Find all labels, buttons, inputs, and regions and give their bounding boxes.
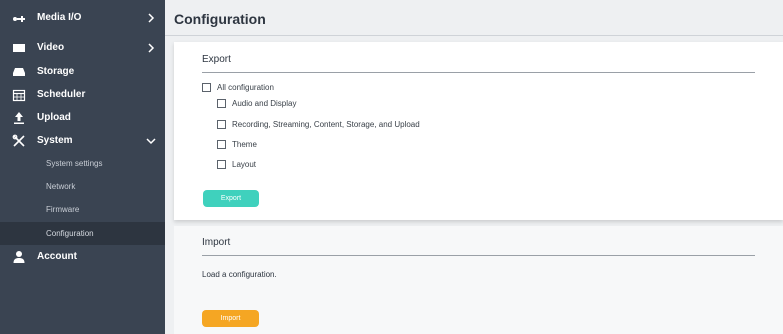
media-io-icon (12, 11, 26, 25)
sidebar-item-label: Media I/O (37, 12, 82, 23)
checkbox[interactable] (217, 160, 226, 169)
checkbox-theme[interactable]: Theme (217, 140, 257, 149)
sidebar-item-label: Account (37, 251, 77, 262)
sidebar-subitem-label: Configuration (46, 229, 94, 238)
import-description: Load a configuration. (202, 270, 277, 279)
checkbox-recording-streaming[interactable]: Recording, Streaming, Content, Storage, … (217, 120, 420, 129)
chevron-down-icon (145, 134, 157, 146)
sidebar-subitem-configuration[interactable]: Configuration (0, 222, 165, 245)
checkbox-label: Recording, Streaming, Content, Storage, … (232, 120, 420, 129)
sidebar-item-upload[interactable]: Upload (0, 106, 165, 129)
export-card: Export All configuration Audio and Displ… (174, 42, 783, 220)
sidebar-item-label: System (37, 135, 73, 146)
page-header: Configuration (165, 0, 783, 36)
checkbox-label: Audio and Display (232, 99, 297, 108)
calendar-icon (12, 88, 26, 102)
sidebar-item-account[interactable]: Account (0, 245, 165, 268)
checkbox[interactable] (202, 83, 211, 92)
import-card: Import Load a configuration. Import (174, 226, 783, 334)
sidebar-item-system[interactable]: System (0, 129, 165, 152)
sidebar-item-label: Upload (37, 112, 71, 123)
checkbox[interactable] (217, 120, 226, 129)
user-icon (12, 250, 26, 264)
checkbox-label: Layout (232, 160, 257, 169)
sidebar-item-media-io[interactable]: Media I/O (0, 6, 165, 29)
checkbox-label: All configuration (217, 83, 274, 92)
checkbox[interactable] (217, 99, 226, 108)
storage-icon (12, 65, 26, 79)
tools-icon (12, 134, 26, 148)
checkbox-all-configuration[interactable]: All configuration (202, 83, 274, 92)
import-button[interactable]: Import (202, 310, 259, 327)
sidebar-subitem-label: Network (46, 182, 76, 191)
export-divider (202, 72, 755, 73)
import-section-title: Import (202, 237, 231, 248)
sidebar-subitem-firmware[interactable]: Firmware (0, 198, 165, 221)
sidebar-item-label: Storage (37, 66, 75, 77)
upload-icon (12, 111, 26, 125)
chevron-right-icon (145, 11, 157, 23)
import-divider (202, 255, 755, 256)
export-button[interactable]: Export (203, 190, 259, 207)
sidebar-item-label: Scheduler (37, 89, 86, 100)
chevron-right-icon (145, 41, 157, 53)
sidebar-subitem-label: System settings (46, 159, 103, 168)
sidebar-subitem-system-settings[interactable]: System settings (0, 152, 165, 175)
checkbox[interactable] (217, 140, 226, 149)
sidebar-subitem-network[interactable]: Network (0, 175, 165, 198)
sidebar-item-video[interactable]: Video (0, 36, 165, 59)
sidebar-item-storage[interactable]: Storage (0, 60, 165, 83)
video-icon (12, 41, 26, 55)
sidebar: Media I/O Video Storage Scheduler Upload (0, 0, 165, 334)
sidebar-item-scheduler[interactable]: Scheduler (0, 83, 165, 106)
page-title: Configuration (174, 11, 266, 27)
sidebar-subitem-label: Firmware (46, 205, 80, 214)
export-section-title: Export (202, 54, 231, 65)
checkbox-layout[interactable]: Layout (217, 160, 256, 169)
checkbox-label: Theme (232, 140, 257, 149)
checkbox-audio-and-display[interactable]: Audio and Display (217, 99, 296, 108)
sidebar-item-label: Video (37, 42, 65, 53)
